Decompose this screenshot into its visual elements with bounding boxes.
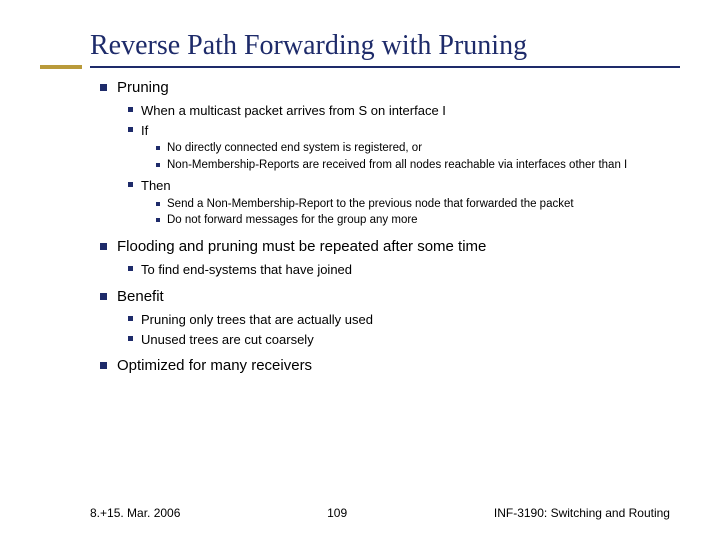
l1-text: Benefit [117,287,164,307]
footer-date: 8.+15. Mar. 2006 [90,506,180,520]
bullet-icon [156,218,160,222]
l1-text: Optimized for many receivers [117,356,312,376]
l3-text: Do not forward messages for the group an… [167,213,418,229]
bullet-icon [100,293,107,300]
l3-text: No directly connected end system is regi… [167,141,422,157]
l2-text: Pruning only trees that are actually use… [141,311,373,329]
footer-course: INF-3190: Switching and Routing [494,506,670,520]
bullet-icon [128,336,133,341]
l2-text: To find end-systems that have joined [141,261,352,279]
slide-footer: 8.+15. Mar. 2006 109 INF-3190: Switching… [0,506,720,520]
bullet-icon [156,202,160,206]
l2-text: If [141,122,148,140]
bullet-icon [100,362,107,369]
bullet-icon [100,84,107,91]
bullet-icon [128,266,133,271]
l3-text: Non-Membership-Reports are received from… [167,158,627,174]
bullet-icon [128,182,133,187]
bullet-icon [128,107,133,112]
l2-text: When a multicast packet arrives from S o… [141,102,446,120]
l1-text: Pruning [117,78,169,98]
l3-text: Send a Non-Membership-Report to the prev… [167,197,574,213]
slide-body: Pruning When a multicast packet arrives … [0,68,720,376]
l2-text: Then [141,177,171,195]
footer-page-number: 109 [327,506,347,520]
bullet-icon [156,163,160,167]
l1-text: Flooding and pruning must be repeated af… [117,237,486,257]
title-underline [90,66,680,68]
l2-text: Unused trees are cut coarsely [141,331,314,349]
slide-title: Reverse Path Forwarding with Pruning [0,0,720,66]
bullet-icon [128,127,133,132]
bullet-icon [128,316,133,321]
bullet-icon [156,146,160,150]
bullet-icon [100,243,107,250]
